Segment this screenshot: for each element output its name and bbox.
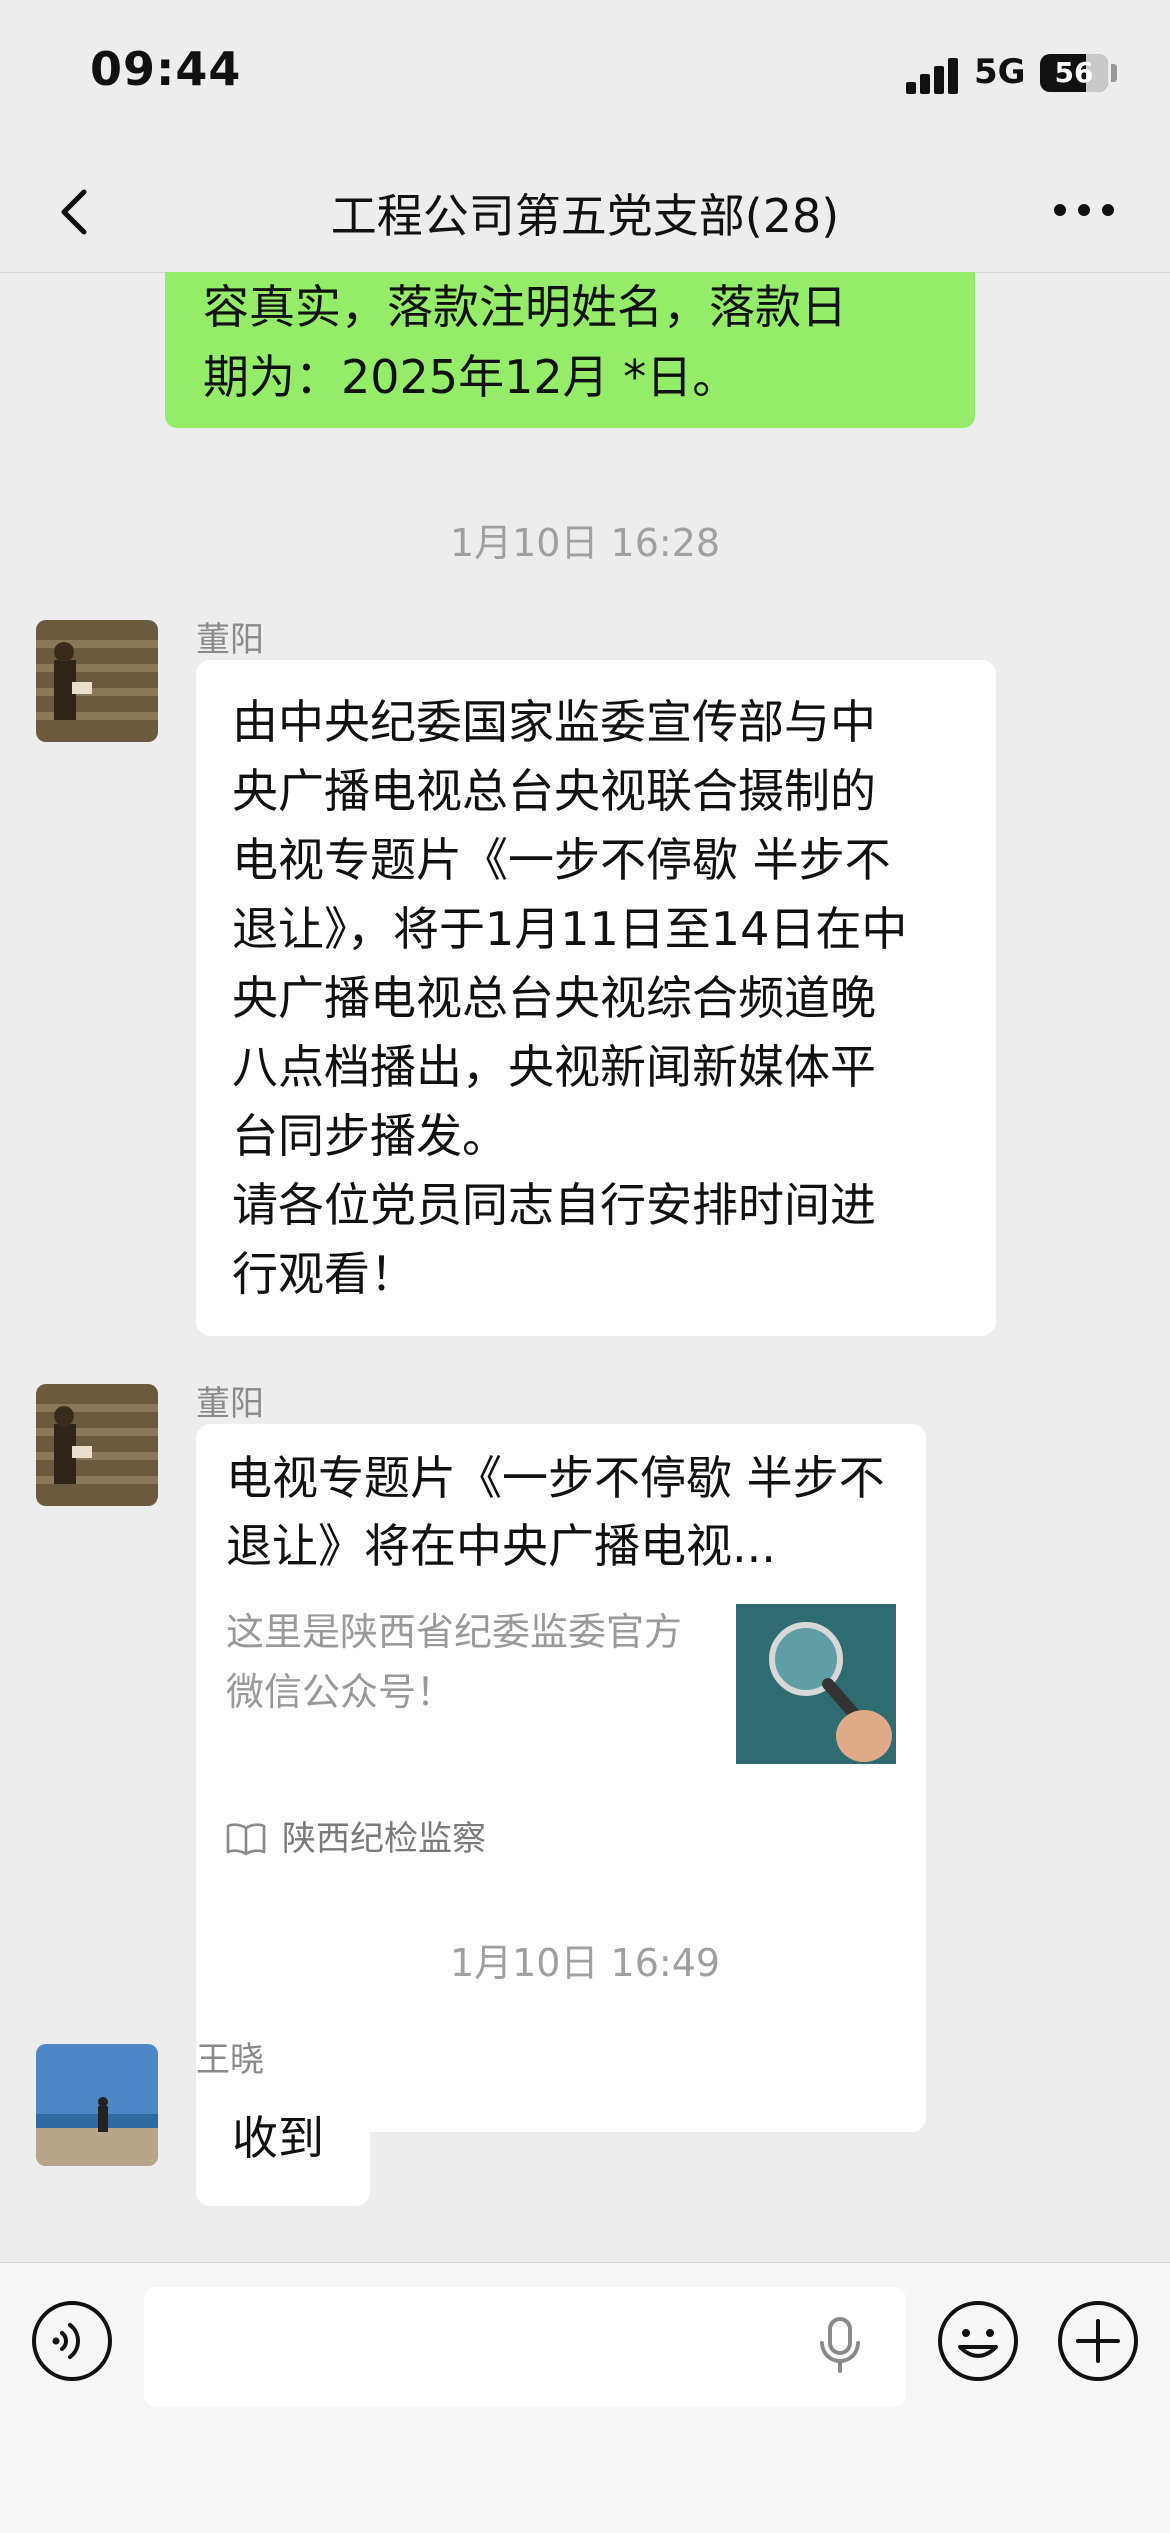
- article-card[interactable]: 电视专题片《一步不停歇 半步不退让》将在中央广播电视... 这里是陕西省纪委监委…: [196, 1424, 926, 2132]
- microphone-icon[interactable]: [812, 2315, 868, 2375]
- message-text-line: 台同步播发。: [232, 1109, 508, 1163]
- battery-level: 56: [1054, 56, 1094, 89]
- message-bubble[interactable]: 由中央纪委国家监委宣传部与中 央广播电视总台央视联合摄制的 电视专题片《一步不停…: [196, 660, 996, 1336]
- message-text-line: 容真实，落款注明姓名，落款日: [203, 280, 847, 334]
- message-text-line: 期为：2025年12月 *日。: [203, 350, 739, 404]
- plus-icon[interactable]: [1056, 2299, 1140, 2383]
- message-text-line: 由中央纪委国家监委宣传部与中: [232, 695, 876, 749]
- avatar-wangxiao[interactable]: [36, 2044, 158, 2166]
- chat-area[interactable]: 容真实，落款注明姓名，落款日 期为：2025年12月 *日。 1月10日 16:…: [0, 272, 1170, 2262]
- avatar-dongyang[interactable]: [36, 620, 158, 742]
- nav-bar: 工程公司第五党支部(28): [0, 150, 1170, 273]
- timestamp: 1月10日 16:28: [449, 521, 721, 565]
- sender-name: 董阳: [196, 620, 264, 660]
- sender-name: 王晓: [196, 2040, 264, 2080]
- message-text-line: 退让》，将于1月11日至14日在中: [232, 902, 908, 956]
- voice-mode-icon[interactable]: [30, 2299, 114, 2383]
- message-text-line: 行观看！: [232, 1247, 416, 1301]
- message-text-line: 八点档播出，央视新闻新媒体平: [232, 1040, 876, 1094]
- message-text-line: 电视专题片《一步不停歇 半步不: [232, 833, 891, 887]
- book-icon: [226, 1823, 266, 1856]
- message-text-line: 央广播电视总台央视联合摄制的: [232, 764, 876, 818]
- self-message-bubble[interactable]: 容真实，落款注明姓名，落款日 期为：2025年12月 *日。: [165, 272, 975, 428]
- message-bubble[interactable]: 收到: [196, 2082, 370, 2206]
- emoji-icon[interactable]: [936, 2299, 1020, 2383]
- message-text-line: 央广播电视总台央视综合频道晚: [232, 971, 876, 1025]
- card-source-name: 陕西纪检监察: [282, 1819, 486, 1859]
- avatar-dongyang[interactable]: [36, 1384, 158, 1506]
- more-options-icon[interactable]: [1054, 200, 1114, 222]
- card-description: 这里是陕西省纪委监委官方微信公众号！: [226, 1610, 683, 1714]
- card-title: 电视专题片《一步不停歇 半步不退让》将在中央广播电视...: [226, 1451, 885, 1573]
- sender-name: 董阳: [196, 1384, 264, 1424]
- message-text: 收到: [232, 2111, 324, 2165]
- timestamp: 1月10日 16:49: [449, 1941, 721, 1985]
- chat-title: 工程公司第五党支部(28): [330, 189, 840, 243]
- battery-cap: [1111, 64, 1117, 82]
- message-text-line: 请各位党员同志自行安排时间进: [232, 1178, 876, 1232]
- message-input[interactable]: [144, 2287, 906, 2407]
- signal-icon: [906, 56, 960, 94]
- network-label: 5G: [974, 52, 1026, 92]
- card-thumbnail: [736, 1604, 896, 1764]
- battery-icon: 56: [1040, 54, 1108, 92]
- status-bar: 09:44 5G 56: [0, 0, 1170, 150]
- status-time: 09:44: [90, 42, 242, 96]
- input-bar: [0, 2262, 1170, 2533]
